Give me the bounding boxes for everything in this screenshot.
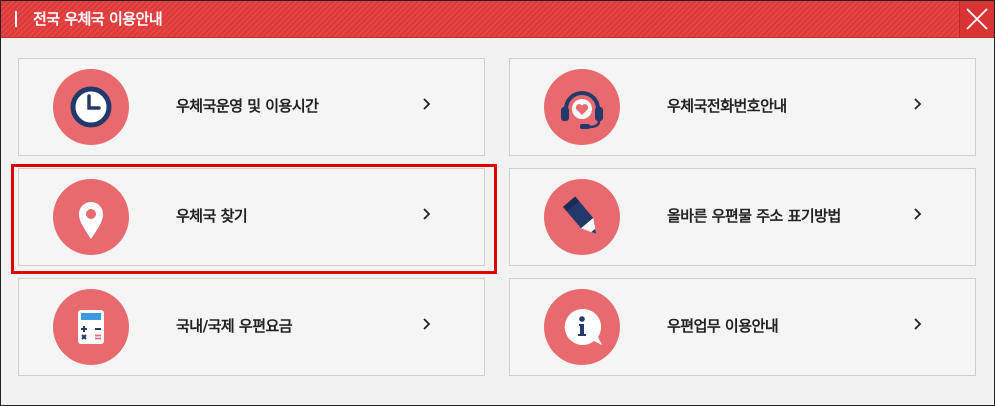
close-icon: [966, 8, 988, 30]
title-bar-mark: [15, 11, 17, 27]
window-title: 전국 우체국 이용안내: [33, 10, 163, 28]
menu-card-guide[interactable]: 우편업무 이용안내: [509, 278, 976, 376]
menu-label-address: 올바른 우편물 주소 표기방법: [667, 207, 841, 225]
phone-icon-circle: [544, 69, 620, 145]
chevron-right-icon: [914, 208, 922, 220]
chevron-right-icon: [423, 98, 431, 110]
menu-label-rates: 국내/국제 우편요금: [176, 317, 293, 335]
info-bubble-icon: [564, 308, 602, 345]
menu-card-address[interactable]: 올바른 우편물 주소 표기방법: [509, 168, 976, 266]
menu-card-rates[interactable]: 국내/국제 우편요금: [18, 278, 485, 376]
chevron-right-icon: [914, 98, 922, 110]
menu-card-hours[interactable]: 우체국운영 및 이용시간: [18, 58, 485, 156]
guide-icon-circle: [544, 289, 620, 365]
headset-heart-icon: [561, 91, 603, 129]
address-icon-circle: [544, 179, 620, 255]
chevron-right-icon: [423, 318, 431, 330]
menu-label-hours: 우체국운영 및 이용시간: [176, 97, 319, 115]
chevron-right-icon: [914, 318, 922, 330]
clock-icon: [70, 86, 112, 128]
menu-label-phone: 우체국전화번호안내: [667, 97, 787, 115]
calculator-icon: [78, 310, 104, 344]
hours-icon-circle: [53, 69, 129, 145]
pencil-icon: [563, 196, 597, 234]
rates-icon-circle: [53, 289, 129, 365]
selection-highlight: [11, 164, 497, 274]
post-office-guide-window: 전국 우체국 이용안내 우체국운영 및 이용시간 우체국전화번호안내 우체국 찾…: [0, 0, 995, 406]
menu-label-guide: 우편업무 이용안내: [667, 317, 779, 335]
window-header: 전국 우체국 이용안내: [1, 1, 994, 38]
close-button[interactable]: [959, 1, 994, 37]
menu-card-phone[interactable]: 우체국전화번호안내: [509, 58, 976, 156]
